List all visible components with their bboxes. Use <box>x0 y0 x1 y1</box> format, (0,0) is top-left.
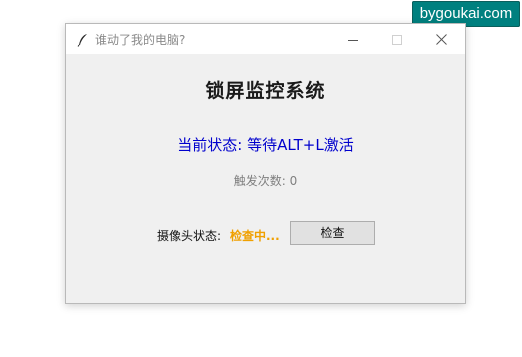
minimize-icon <box>348 30 358 49</box>
status-text: 当前状态: 等待ALT+L激活 <box>177 136 354 154</box>
page-title: 锁屏监控系统 <box>205 80 326 102</box>
title-bar[interactable]: 谁动了我的电脑? <box>66 24 465 54</box>
close-button[interactable] <box>419 24 463 54</box>
feather-icon <box>77 32 89 47</box>
watermark-text: bygoukai.com <box>419 5 513 22</box>
minimize-button[interactable] <box>331 24 375 54</box>
camera-status-label: 摄像头状态: <box>157 229 222 243</box>
check-button[interactable]: 检查 <box>290 221 375 245</box>
maximize-icon <box>392 30 402 49</box>
maximize-button[interactable] <box>375 24 419 54</box>
window-title: 谁动了我的电脑? <box>95 33 186 47</box>
app-window: 谁动了我的电脑? 锁屏监控系统 当前状态: 等待ALT+L激活 触发次数: 0 … <box>65 23 466 304</box>
close-icon <box>435 30 447 49</box>
trigger-count: 触发次数: 0 <box>233 174 298 188</box>
camera-status-value: 检查中... <box>230 229 280 243</box>
